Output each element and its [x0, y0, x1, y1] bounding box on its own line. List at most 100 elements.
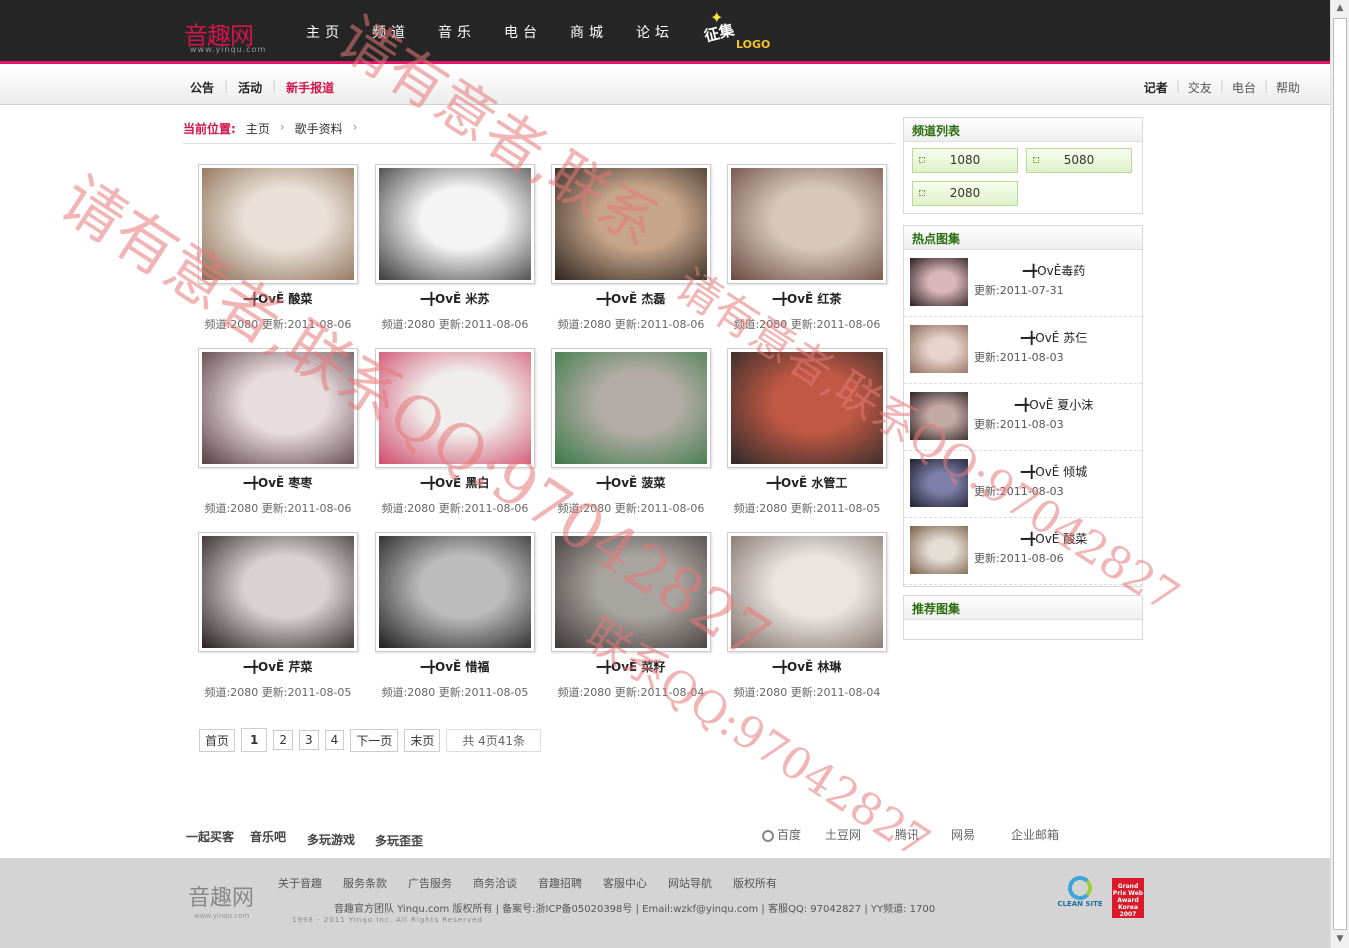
footer-nav-item[interactable]: 广告服务 — [408, 875, 452, 891]
singer-name[interactable]: ━╋OvĚ 黑白 — [375, 474, 535, 491]
footer-nav-item[interactable]: 服务条款 — [343, 875, 387, 891]
hot-album-thumb[interactable] — [910, 459, 968, 507]
hot-album-item[interactable]: ━╋OvĚ 酸菜 更新:2011-08-06 — [904, 518, 1142, 585]
singer-name[interactable]: ━╋OvĚ 芹菜 — [198, 658, 358, 675]
singer-photo[interactable] — [198, 532, 358, 652]
friend-link[interactable]: 网易 — [951, 826, 975, 843]
singer-name[interactable]: ━╋OvĚ 惜福 — [375, 658, 535, 675]
nav-mall[interactable]: 商城 — [560, 22, 626, 42]
singer-photo[interactable] — [727, 164, 887, 284]
singer-name[interactable]: ━╋OvĚ 菠菜 — [551, 474, 711, 491]
singer-name[interactable]: ━╋OvĚ 杰磊 — [551, 290, 711, 307]
channel-button[interactable]: 1080 — [912, 148, 1018, 173]
scroll-down-icon[interactable]: ▼ — [1331, 931, 1349, 948]
hot-album-thumb[interactable] — [910, 325, 968, 373]
subnav-reporter[interactable]: 记者 — [1144, 79, 1168, 96]
hot-album-item[interactable]: ━╋OvĚ 苏仨 更新:2011-08-03 — [904, 317, 1142, 384]
singer-card[interactable]: ━╋OvĚ 米苏 频道:2080 更新:2011-08-06 — [375, 164, 535, 344]
singer-photo[interactable] — [198, 348, 358, 468]
vertical-scrollbar[interactable]: ▲ ▼ — [1330, 0, 1349, 948]
hot-album-thumb[interactable] — [910, 392, 968, 440]
singer-photo[interactable] — [727, 348, 887, 468]
friend-link[interactable]: 多玩游戏 — [307, 831, 355, 848]
channel-button[interactable]: 2080 — [912, 181, 1018, 206]
web-award-badge[interactable]: Grand Prix Web Award Korea 2007 — [1112, 878, 1144, 918]
pager-first[interactable]: 首页 — [199, 728, 236, 752]
hot-album-name[interactable]: ━╋OvĚ 苏仨 — [974, 329, 1134, 346]
hot-album-name[interactable]: ━╋OvĚ 酸菜 — [974, 530, 1134, 547]
pager-page-1[interactable]: 1 — [241, 728, 268, 752]
breadcrumb-home[interactable]: 主页 — [246, 120, 270, 143]
pager-page-3[interactable]: 3 — [299, 730, 319, 750]
hot-album-item[interactable]: ━╋OvĚ 夏小沫 更新:2011-08-03 — [904, 384, 1142, 451]
singer-card[interactable]: ━╋OvĚ 芹菜 频道:2080 更新:2011-08-05 — [198, 532, 358, 712]
singer-photo[interactable] — [551, 348, 711, 468]
nav-music[interactable]: 音乐 — [428, 22, 494, 42]
singer-photo[interactable] — [551, 164, 711, 284]
scroll-thumb[interactable] — [1333, 18, 1347, 930]
friend-link[interactable]: 企业邮箱 — [1011, 826, 1059, 843]
singer-name[interactable]: ━╋OvĚ 菜籽 — [551, 658, 711, 675]
footer-nav-item[interactable]: 客服中心 — [603, 875, 647, 891]
hot-album-name[interactable]: ━╋OvĚ毒药 — [974, 262, 1134, 279]
footer-nav-item[interactable]: 版权所有 — [733, 875, 777, 891]
singer-name[interactable]: ━╋OvĚ 米苏 — [375, 290, 535, 307]
singer-photo[interactable] — [375, 348, 535, 468]
singer-name[interactable]: ━╋OvĚ 枣枣 — [198, 474, 358, 491]
clean-site-badge[interactable]: CLEAN SITE — [1056, 876, 1104, 920]
hot-album-name[interactable]: ━╋OvĚ 倾城 — [974, 463, 1134, 480]
singer-photo[interactable] — [727, 532, 887, 652]
pager-last[interactable]: 末页 — [404, 728, 441, 752]
scroll-up-icon[interactable]: ▲ — [1331, 0, 1349, 17]
singer-card[interactable]: ━╋OvĚ 林琳 频道:2080 更新:2011-08-04 — [727, 532, 887, 712]
footer-logo[interactable]: 音趣网 www.yinqu.com — [188, 880, 254, 920]
footer-nav-item[interactable]: 关于音趣 — [278, 875, 322, 891]
channel-button[interactable]: 5080 — [1026, 148, 1132, 173]
subnav-notice[interactable]: 公告 — [190, 79, 214, 96]
friend-link[interactable]: 土豆网 — [825, 826, 861, 843]
singer-name[interactable]: ━╋OvĚ 酸菜 — [198, 290, 358, 307]
singer-name[interactable]: ━╋OvĚ 水管工 — [727, 474, 887, 491]
footer-nav-item[interactable]: 网站导航 — [668, 875, 712, 891]
singer-photo[interactable] — [551, 532, 711, 652]
hot-album-name[interactable]: ━╋OvĚ 夏小沫 — [974, 396, 1134, 413]
nav-radio[interactable]: 电台 — [494, 22, 560, 42]
singer-name[interactable]: ━╋OvĚ 红茶 — [727, 290, 887, 307]
hot-album-item[interactable]: ━╋OvĚ毒药 更新:2011-07-31 — [904, 250, 1142, 317]
nav-channel[interactable]: 频道 — [362, 22, 428, 42]
hot-album-item[interactable]: ━╋OvĚ 倾城 更新:2011-08-03 — [904, 451, 1142, 518]
nav-home[interactable]: 主页 — [296, 22, 362, 42]
singer-card[interactable]: ━╋OvĚ 水管工 频道:2080 更新:2011-08-05 — [727, 348, 887, 528]
singer-card[interactable]: ━╋OvĚ 菜籽 频道:2080 更新:2011-08-04 — [551, 532, 711, 712]
breadcrumb-singers[interactable]: 歌手资料 — [295, 120, 343, 143]
site-logo[interactable]: 音趣网 www.yinqu.com — [184, 16, 266, 56]
subnav-newbie[interactable]: 新手报道 — [286, 79, 334, 96]
hot-album-thumb[interactable] — [910, 258, 968, 306]
singer-photo[interactable] — [375, 532, 535, 652]
subnav-help[interactable]: 帮助 — [1276, 79, 1300, 96]
logo-contest-banner[interactable]: ✦ 征集 LOGO — [700, 8, 780, 56]
singer-card[interactable]: ━╋OvĚ 红茶 频道:2080 更新:2011-08-06 — [727, 164, 887, 344]
singer-name[interactable]: ━╋OvĚ 林琳 — [727, 658, 887, 675]
singer-card[interactable]: ━╋OvĚ 黑白 频道:2080 更新:2011-08-06 — [375, 348, 535, 528]
pager-next[interactable]: 下一页 — [350, 728, 399, 752]
friend-link[interactable]: 腾讯 — [895, 826, 919, 843]
singer-card[interactable]: ━╋OvĚ 惜福 频道:2080 更新:2011-08-05 — [375, 532, 535, 712]
footer-nav-item[interactable]: 音趣招聘 — [538, 875, 582, 891]
subnav-dating[interactable]: 交友 — [1188, 79, 1212, 96]
subnav-radio[interactable]: 电台 — [1232, 79, 1256, 96]
singer-card[interactable]: ━╋OvĚ 杰磊 频道:2080 更新:2011-08-06 — [551, 164, 711, 344]
footer-nav-item[interactable]: 商务洽谈 — [473, 875, 517, 891]
singer-card[interactable]: ━╋OvĚ 酸菜 频道:2080 更新:2011-08-06 — [198, 164, 358, 344]
singer-card[interactable]: ━╋OvĚ 菠菜 频道:2080 更新:2011-08-06 — [551, 348, 711, 528]
subnav-events[interactable]: 活动 — [238, 79, 262, 96]
friend-link[interactable]: 多玩歪歪 — [375, 832, 423, 849]
singer-photo[interactable] — [375, 164, 535, 284]
pager-page-2[interactable]: 2 — [273, 730, 294, 750]
nav-forum[interactable]: 论坛 — [626, 22, 692, 42]
friend-link[interactable]: 音乐吧 — [250, 828, 286, 845]
singer-photo[interactable] — [198, 164, 358, 284]
hot-album-thumb[interactable] — [910, 526, 968, 574]
pager-page-4[interactable]: 4 — [324, 730, 345, 750]
friend-link[interactable]: 一起买客 — [186, 828, 234, 845]
